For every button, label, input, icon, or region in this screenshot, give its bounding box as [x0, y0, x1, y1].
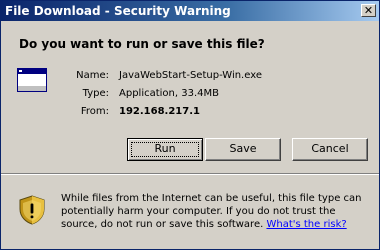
warning-message: While files from the Internet can be use…: [61, 192, 373, 231]
file-source: 192.168.217.1: [119, 106, 200, 117]
application-window-icon: [17, 68, 47, 92]
security-warning-dialog: File Download - Security Warning ✕ Do yo…: [0, 0, 380, 250]
from-label: From:: [80, 106, 109, 117]
save-button-label: Save: [229, 142, 257, 155]
dialog-heading: Do you want to run or save this file?: [19, 37, 265, 51]
focus-rectangle: [131, 142, 199, 157]
cancel-button[interactable]: Cancel: [292, 138, 368, 161]
run-button[interactable]: Run: [127, 138, 203, 161]
name-label: Name:: [76, 70, 109, 81]
file-type: Application, 33.4MB: [119, 88, 219, 99]
close-icon: ✕: [363, 4, 374, 17]
save-button[interactable]: Save: [205, 138, 281, 161]
file-name: JavaWebStart-Setup-Win.exe: [119, 70, 262, 81]
whats-the-risk-link[interactable]: What's the risk?: [266, 219, 346, 230]
separator-highlight: [1, 174, 379, 175]
type-label: Type:: [82, 88, 109, 99]
window-title: File Download - Security Warning: [5, 4, 231, 18]
security-shield-icon: [19, 195, 45, 225]
close-button[interactable]: ✕: [361, 4, 376, 17]
cancel-button-label: Cancel: [311, 142, 349, 155]
title-bar[interactable]: File Download - Security Warning ✕: [1, 1, 379, 21]
file-info-panel: Do you want to run or save this file? Na…: [1, 21, 379, 173]
